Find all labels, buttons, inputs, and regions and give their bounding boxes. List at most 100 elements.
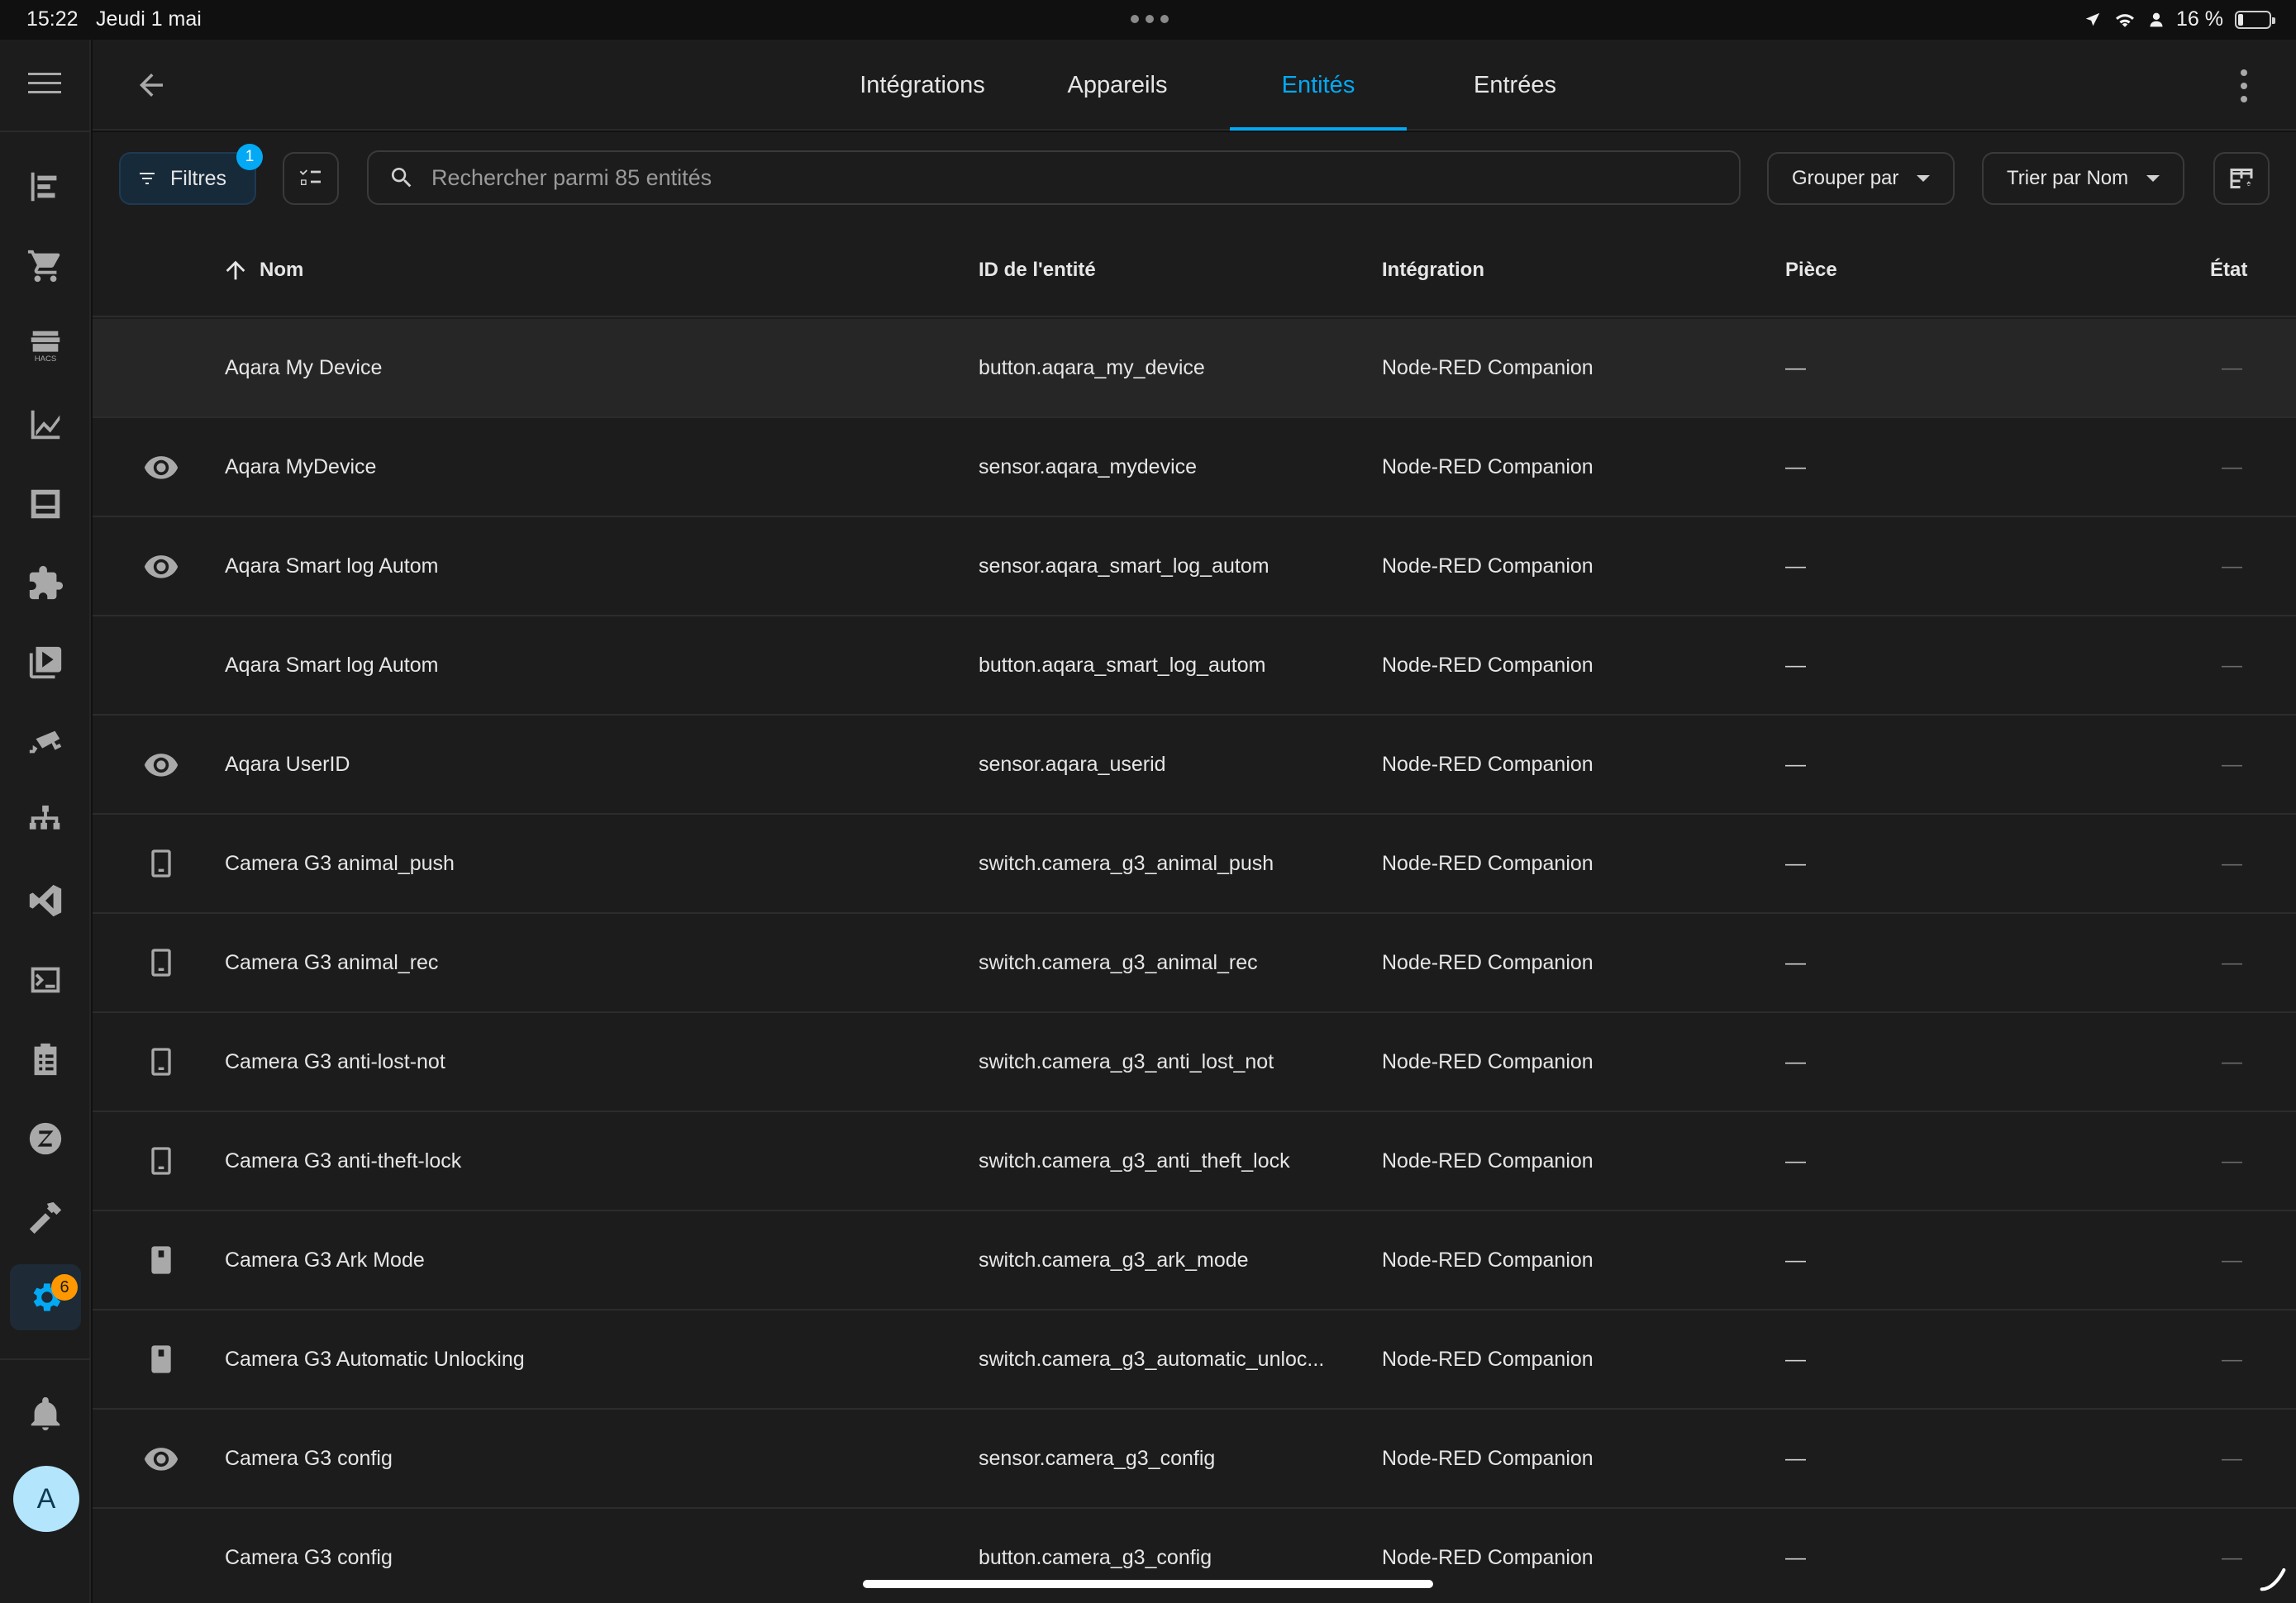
settings-badge: 6 <box>51 1274 78 1301</box>
sidebar-item-vscode[interactable] <box>10 868 81 934</box>
table-row[interactable]: Camera G3 anti-lost-not switch.camera_g3_… <box>93 1013 2296 1112</box>
entity-integration: Node-RED Companion <box>1382 554 1593 578</box>
sidebar-item-notifications[interactable] <box>10 1382 81 1448</box>
table-row[interactable]: Camera G3 Ark Mode switch.camera_g3_ark_m… <box>93 1211 2296 1310</box>
clipboard-icon <box>34 1043 57 1076</box>
entity-name: Camera G3 config <box>225 1446 393 1470</box>
menu-icon[interactable] <box>28 71 61 96</box>
filters-label: Filtres <box>170 166 227 190</box>
sidebar-item-devtools[interactable] <box>10 1185 81 1251</box>
entity-state: — <box>2222 653 2242 677</box>
column-integration[interactable]: Intégration <box>1382 223 1484 317</box>
hacs-icon: HACS <box>31 331 60 364</box>
group-by-button[interactable]: Grouper par <box>1767 152 1955 205</box>
sidebar-item-shopping[interactable] <box>10 233 81 299</box>
bell-icon <box>31 1396 60 1431</box>
filters-button[interactable]: Filtres 1 <box>119 144 263 205</box>
entity-state: — <box>2222 1149 2242 1173</box>
entity-state: — <box>2222 1347 2242 1371</box>
table-row[interactable]: Aqara MyDevice sensor.aqara_mydevice Node-… <box>93 418 2296 517</box>
entity-state: — <box>2222 454 2242 478</box>
switch-off-icon <box>151 1147 171 1175</box>
search-field[interactable] <box>367 150 1741 205</box>
sidebar-item-logbook[interactable] <box>10 471 81 537</box>
table-row[interactable]: Camera G3 Automatic Unlocking switch.came… <box>93 1310 2296 1410</box>
sidebar: HACS 6 A <box>0 40 91 1603</box>
switch-on-icon <box>151 1246 171 1274</box>
table-row[interactable]: Camera G3 config sensor.camera_g3_config N… <box>93 1410 2296 1509</box>
entity-integration: Node-RED Companion <box>1382 355 1593 379</box>
sidebar-item-terminal[interactable] <box>10 947 81 1013</box>
entity-area: — <box>1785 355 1806 379</box>
entity-name: Camera G3 config <box>225 1545 393 1569</box>
tab-devices[interactable]: Appareils <box>1043 40 1192 131</box>
checklist-icon <box>299 169 321 185</box>
sort-by-button[interactable]: Trier par Nom <box>1982 152 2185 205</box>
status-bar: 15:22 Jeudi 1 mai 16 % <box>0 0 2296 40</box>
sidebar-item-todo[interactable] <box>10 1026 81 1092</box>
entity-icon-cell <box>132 1509 190 1603</box>
entity-state: — <box>2222 355 2242 379</box>
status-date: Jeudi 1 mai <box>96 7 202 31</box>
sidebar-item-zigbee[interactable] <box>10 1106 81 1172</box>
column-area[interactable]: Pièce <box>1785 223 1837 317</box>
table-row[interactable]: Camera G3 config button.camera_g3_config N… <box>93 1509 2296 1603</box>
sidebar-item-cameras[interactable] <box>10 709 81 775</box>
table-row[interactable]: Camera G3 animal_rec switch.camera_g3_ani… <box>93 914 2296 1013</box>
sidebar-item-addons[interactable] <box>10 550 81 616</box>
column-name-label: Nom <box>260 259 304 281</box>
tab-integrations[interactable]: Intégrations <box>841 40 1003 131</box>
entity-name: Camera G3 animal_push <box>225 851 455 875</box>
entity-state: — <box>2222 554 2242 578</box>
entity-id: sensor.camera_g3_config <box>979 1446 1216 1470</box>
entity-name: Camera G3 Ark Mode <box>225 1248 425 1272</box>
search-input[interactable] <box>431 164 1671 191</box>
entity-id: button.aqara_my_device <box>979 355 1205 379</box>
table-settings-button[interactable] <box>2213 152 2270 205</box>
selection-mode-button[interactable] <box>283 152 339 205</box>
table-row[interactable]: Aqara UserID sensor.aqara_userid Node-RED … <box>93 716 2296 815</box>
entity-integration: Node-RED Companion <box>1382 454 1593 478</box>
column-state-label: État <box>2210 259 2248 281</box>
table-row[interactable]: Camera G3 anti-theft-lock switch.camera_g… <box>93 1112 2296 1211</box>
switch-off-icon <box>151 1048 171 1076</box>
entity-id: switch.camera_g3_anti_lost_not <box>979 1049 1274 1073</box>
table-row[interactable]: Aqara Smart log Autom sensor.aqara_smart_… <box>93 517 2296 616</box>
entity-area: — <box>1785 1446 1806 1470</box>
overflow-menu-icon[interactable] <box>2238 69 2250 102</box>
avatar[interactable]: A <box>13 1466 79 1532</box>
entity-integration: Node-RED Companion <box>1382 752 1593 776</box>
sidebar-item-media[interactable] <box>10 630 81 696</box>
entity-integration: Node-RED Companion <box>1382 1545 1593 1569</box>
column-name[interactable]: Nom <box>222 223 303 317</box>
sidebar-item-hacs[interactable]: HACS <box>10 312 81 378</box>
vscode-icon <box>29 884 62 917</box>
column-area-label: Pièce <box>1785 259 1837 281</box>
sidebar-item-overview[interactable] <box>10 154 81 220</box>
top-app-bar: Intégrations Appareils Entités Entrées <box>93 40 2296 131</box>
entity-state: — <box>2222 1248 2242 1272</box>
filter-icon <box>140 173 155 184</box>
sidebar-item-history[interactable] <box>10 392 81 458</box>
filters-badge: 1 <box>236 144 263 170</box>
column-state[interactable]: État <box>2210 223 2247 317</box>
column-integration-label: Intégration <box>1382 259 1484 281</box>
wifi-icon <box>2116 13 2135 27</box>
group-by-label: Grouper par <box>1792 167 1899 189</box>
table-row[interactable]: Camera G3 animal_push switch.camera_g3_an… <box>93 815 2296 914</box>
entity-state: — <box>2222 1049 2242 1073</box>
tab-entities[interactable]: Entités <box>1230 40 1407 131</box>
tab-helpers[interactable]: Entrées <box>1445 40 1585 131</box>
chart-icon <box>31 410 60 440</box>
home-indicator[interactable] <box>863 1580 1433 1588</box>
entity-icon-cell <box>132 616 190 714</box>
column-entity-id[interactable]: ID de l'entité <box>979 223 1096 317</box>
table-row[interactable]: Aqara My Device button.aqara_my_device Nod… <box>93 319 2296 418</box>
sidebar-item-network[interactable] <box>10 788 81 854</box>
entity-state: — <box>2222 851 2242 875</box>
cctv-icon <box>29 730 62 754</box>
sidebar-item-settings[interactable]: 6 <box>10 1264 81 1330</box>
table-row[interactable]: Aqara Smart log Autom button.aqara_smart_… <box>93 616 2296 716</box>
multitask-dots[interactable] <box>1131 15 1169 23</box>
entity-name: Aqara MyDevice <box>225 454 377 478</box>
